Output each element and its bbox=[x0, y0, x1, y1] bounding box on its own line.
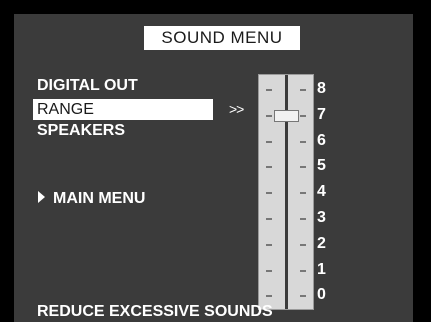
main-menu-link[interactable]: MAIN MENU bbox=[38, 189, 145, 209]
play-triangle-icon bbox=[38, 191, 45, 203]
slider-tick bbox=[266, 89, 272, 91]
slider-thumb[interactable] bbox=[274, 109, 299, 122]
slider-tick bbox=[266, 166, 272, 169]
sound-menu-panel: SOUND MENU DIGITAL OUT RANGE SPEAKERS >>… bbox=[14, 14, 413, 322]
slider-tick bbox=[300, 295, 306, 298]
slider-scale-label-3: 3 bbox=[317, 209, 326, 226]
slider-tick bbox=[266, 114, 272, 117]
slider-scale-label-7: 7 bbox=[317, 105, 326, 123]
slider-scale-label-2: 2 bbox=[317, 234, 326, 252]
slider-tick bbox=[266, 192, 272, 195]
slider-tick bbox=[300, 140, 306, 143]
menu-item-digital-out[interactable]: DIGITAL OUT bbox=[37, 76, 138, 96]
range-slider[interactable] bbox=[258, 74, 314, 310]
slider-scale-label-4: 4 bbox=[317, 183, 326, 201]
slider-tick bbox=[300, 218, 306, 220]
main-menu-label: MAIN MENU bbox=[53, 190, 146, 207]
menu-item-speakers[interactable]: SPEAKERS bbox=[37, 121, 125, 141]
selection-pointer: >> bbox=[229, 101, 244, 117]
slider-tick bbox=[300, 192, 306, 195]
slider-tick bbox=[266, 140, 272, 143]
slider-tick bbox=[300, 166, 306, 169]
help-text: REDUCE EXCESSIVE SOUNDS bbox=[37, 303, 273, 320]
slider-tick bbox=[266, 243, 272, 246]
menu-title: SOUND MENU bbox=[144, 26, 300, 50]
slider-tick bbox=[300, 114, 306, 117]
slider-scale-label-0: 0 bbox=[317, 286, 326, 304]
slider-scale-label-6: 6 bbox=[317, 131, 326, 149]
slider-scale-label-1: 1 bbox=[317, 260, 326, 278]
slider-tick bbox=[266, 295, 272, 298]
slider-scale-label-5: 5 bbox=[317, 157, 326, 175]
slider-tick bbox=[266, 269, 272, 272]
slider-tick bbox=[266, 218, 272, 220]
tv-screen: SOUND MENU DIGITAL OUT RANGE SPEAKERS >>… bbox=[0, 0, 431, 322]
menu-item-range[interactable]: RANGE bbox=[33, 99, 213, 120]
slider-tick bbox=[300, 243, 306, 246]
slider-scale-label-8: 8 bbox=[317, 80, 326, 97]
slider-tick bbox=[300, 269, 306, 272]
slider-tick bbox=[300, 89, 306, 91]
